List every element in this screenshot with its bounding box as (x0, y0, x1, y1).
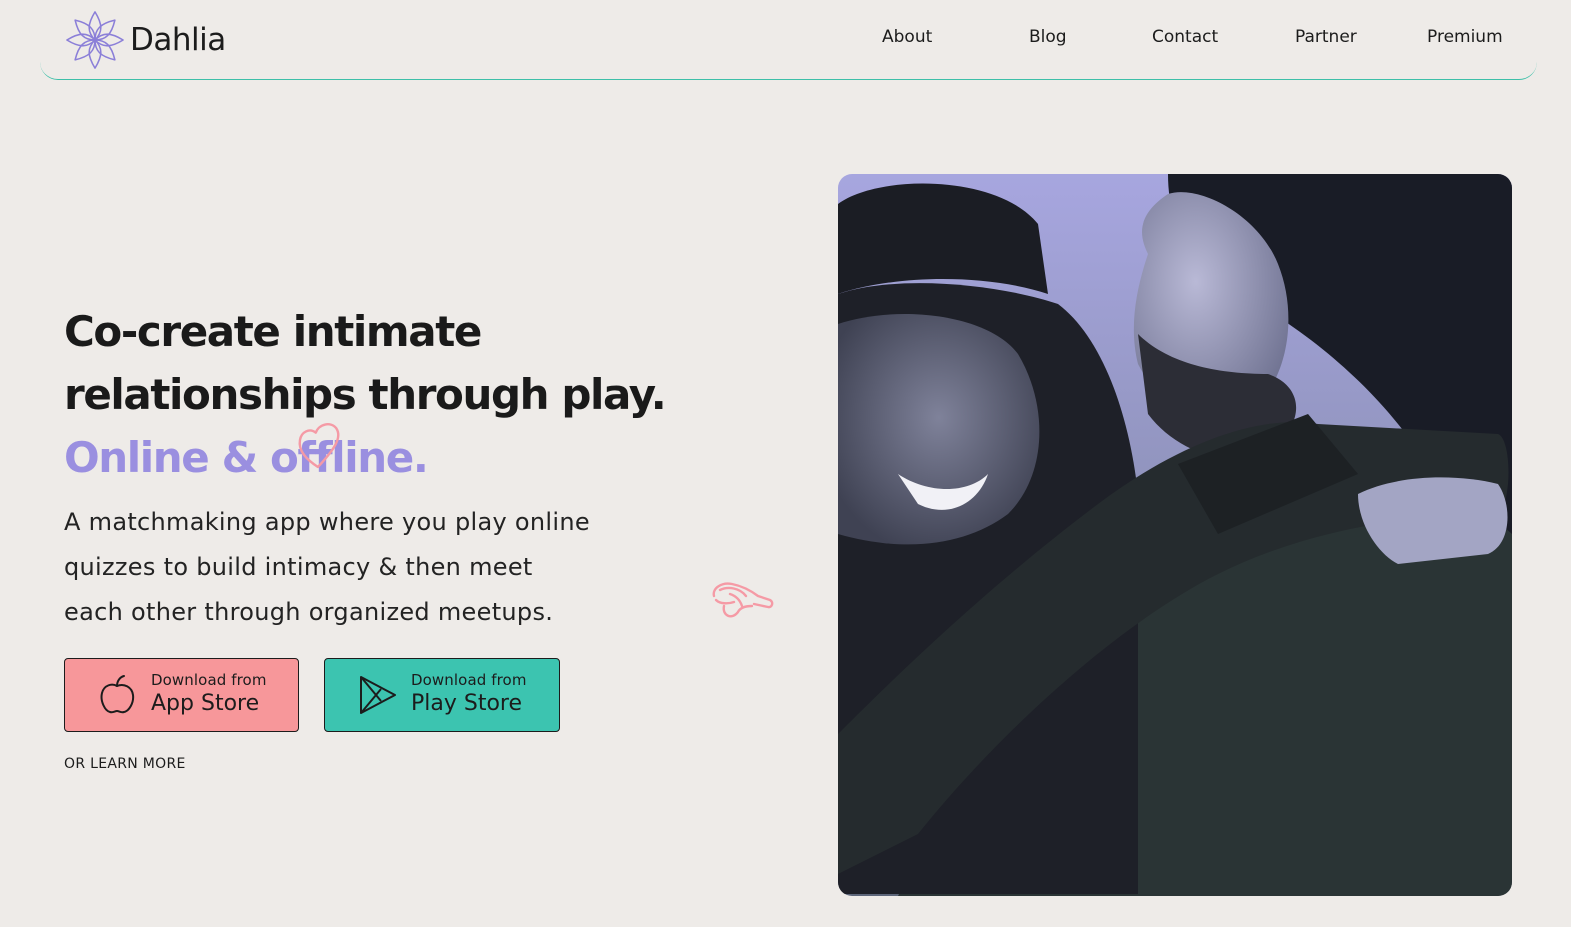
hero-title: Co-create intimate relationships through… (64, 300, 704, 489)
app-store-big-label: App Store (151, 691, 260, 716)
main-nav: About Blog Contact Partner Premium (40, 27, 1537, 53)
hero-description: A matchmaking app where you play online … (64, 500, 664, 635)
site-header: Dahlia About Blog Contact Partner Premiu… (40, 0, 1537, 80)
nav-link-blog[interactable]: Blog (1029, 27, 1067, 47)
play-store-button-text: Download from Play Store (411, 671, 527, 719)
app-store-button[interactable]: Download from App Store (64, 658, 299, 732)
hero-title-line-2: relationships through play. (64, 370, 667, 419)
apple-icon (100, 675, 135, 714)
hero-description-line-1: A matchmaking app where you play online (64, 508, 590, 536)
hero-photo (838, 174, 1512, 896)
play-store-button[interactable]: Download from Play Store (324, 658, 560, 732)
app-store-small-label: Download from (151, 671, 267, 689)
couple-embracing-photo (838, 174, 1512, 896)
nav-link-premium[interactable]: Premium (1427, 27, 1503, 47)
nav-link-partner[interactable]: Partner (1295, 27, 1357, 47)
hero-description-line-2: quizzes to build intimacy & then meet (64, 553, 533, 581)
app-store-button-text: Download from App Store (151, 671, 267, 719)
play-store-small-label: Download from (411, 671, 527, 689)
hero-description-line-3: each other through organized meetups. (64, 598, 554, 626)
play-store-icon (360, 676, 396, 714)
hero-title-accent: Online & offline. (64, 433, 429, 482)
play-store-big-label: Play Store (411, 691, 523, 716)
learn-more-link[interactable]: OR LEARN MORE (64, 756, 186, 772)
nav-link-contact[interactable]: Contact (1152, 27, 1218, 47)
nav-link-about[interactable]: About (882, 27, 932, 47)
pointing-hand-doodle (712, 582, 774, 618)
hero-title-line-1: Co-create intimate (64, 307, 482, 356)
heart-doodle (298, 423, 340, 469)
